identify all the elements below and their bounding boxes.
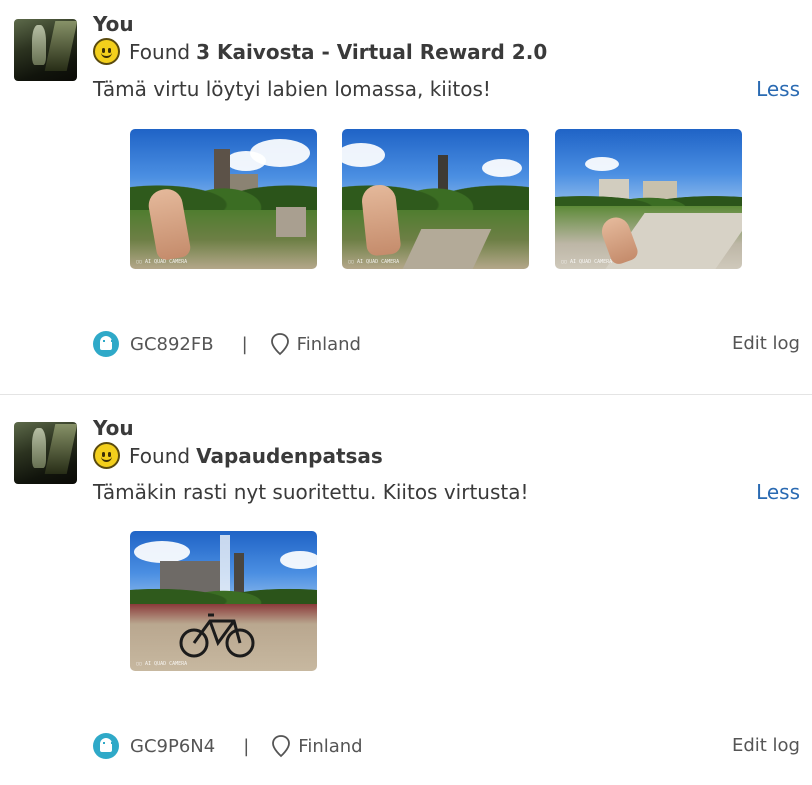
log-type-label: Found (129, 39, 191, 64)
log-photo[interactable]: ▢▢ AI QUAD CAMERA (130, 129, 317, 269)
cache-name-link[interactable]: Vapaudenpatsas (196, 444, 383, 468)
log-entry: You Found 3 Kaivosta - Virtual Reward 2.… (0, 0, 812, 394)
log-entry: You Found Vapaudenpatsas Tämäkin rasti n… (0, 404, 812, 785)
avatar[interactable] (14, 19, 77, 81)
log-author[interactable]: You (93, 12, 134, 36)
less-toggle-link[interactable]: Less (756, 77, 800, 101)
cache-name-link[interactable]: 3 Kaivosta - Virtual Reward 2.0 (196, 40, 547, 64)
log-text: Tämäkin rasti nyt suoritettu. Kiitos vir… (93, 480, 529, 504)
ghost-virtual-cache-icon (93, 733, 119, 759)
log-photo[interactable]: ▢▢ AI QUAD CAMERA (342, 129, 529, 269)
bicycle-icon (179, 613, 255, 658)
edit-log-link[interactable]: Edit log (732, 735, 800, 756)
location-label: Finland (298, 735, 363, 757)
log-author[interactable]: You (93, 416, 134, 440)
log-headline: Found Vapaudenpatsas (93, 442, 383, 469)
log-headline: Found 3 Kaivosta - Virtual Reward 2.0 (93, 38, 547, 65)
cache-code-link[interactable]: GC892FB (130, 334, 214, 355)
smiley-found-icon (93, 442, 120, 469)
location-label: Finland (296, 333, 361, 355)
log-divider (0, 394, 812, 395)
log-photo[interactable]: ▢▢ AI QUAD CAMERA (555, 129, 742, 269)
log-type-label: Found (129, 443, 191, 468)
footer-separator: | (241, 333, 248, 355)
footer-separator: | (243, 735, 250, 757)
edit-log-link[interactable]: Edit log (732, 333, 800, 354)
log-text: Tämä virtu löytyi labien lomassa, kiitos… (93, 77, 491, 101)
ghost-virtual-cache-icon (93, 331, 119, 357)
avatar[interactable] (14, 422, 77, 484)
log-photo[interactable]: ▢▢ AI QUAD CAMERA (130, 531, 317, 671)
cache-code-link[interactable]: GC9P6N4 (130, 736, 215, 757)
map-pin-icon (272, 735, 291, 758)
less-toggle-link[interactable]: Less (756, 480, 800, 504)
map-pin-icon (270, 333, 289, 356)
log-footer: GC892FB | Finland (93, 331, 361, 357)
smiley-found-icon (93, 38, 120, 65)
log-footer: GC9P6N4 | Finland (93, 733, 363, 759)
